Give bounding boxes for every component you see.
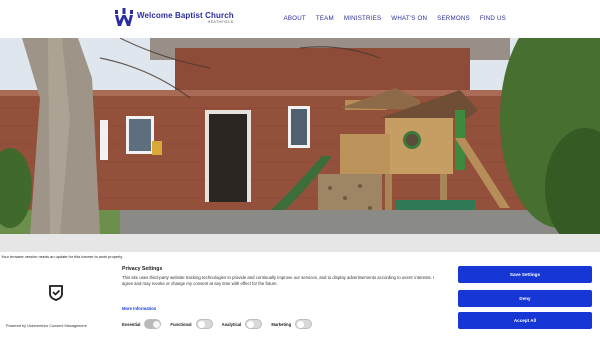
toggle-label-marketing: Marketing — [271, 321, 292, 327]
privacy-title: Privacy Settings — [122, 266, 163, 272]
toggle-label-essential: Essential — [122, 321, 141, 327]
hero-image — [0, 38, 600, 234]
site-logo[interactable]: Welcome Baptist Church HEATHFIELD — [114, 8, 234, 28]
deny-button[interactable]: Deny — [458, 290, 592, 307]
nav-item-about[interactable]: ABOUT — [284, 15, 306, 22]
church-building-photo — [0, 38, 600, 234]
toggle-label-analytical: Analytical — [221, 321, 242, 327]
analytical-toggle[interactable] — [245, 319, 263, 329]
page: Welcome Baptist Church HEATHFIELD ABOUT … — [0, 0, 600, 338]
church-location: HEATHFIELD — [207, 19, 234, 24]
essential-toggle[interactable] — [144, 319, 162, 329]
toggle-group-analytical: Analytical — [222, 319, 263, 329]
browser-update-notice: Your browser version needs an update for… — [0, 252, 600, 261]
shield-icon — [49, 285, 63, 301]
consent-toggles: Essential Functional Analytical Marketin… — [122, 319, 321, 329]
nav-item-find-us[interactable]: FIND US — [480, 15, 506, 22]
nav-item-ministries[interactable]: MINISTRIES — [344, 15, 381, 22]
toggle-label-functional: Functional — [170, 321, 192, 327]
powered-by-text: Powered by Usercentrics Consent Manageme… — [6, 324, 87, 328]
toggle-group-marketing: Marketing — [271, 319, 313, 329]
church-name: Welcome Baptist Church — [137, 10, 234, 20]
accept-all-button[interactable]: Accept All — [458, 312, 592, 329]
nav-item-sermons[interactable]: SERMONS — [437, 15, 470, 22]
save-settings-button[interactable]: Save Settings — [458, 266, 592, 283]
nav-item-team[interactable]: TEAM — [316, 15, 334, 22]
toggle-group-essential: Essential — [122, 319, 162, 329]
privacy-consent-banner: Powered by Usercentrics Consent Manageme… — [0, 261, 600, 338]
usercentrics-logo — [48, 285, 64, 301]
functional-toggle[interactable] — [195, 319, 213, 329]
logo-text: Welcome Baptist Church HEATHFIELD — [137, 10, 234, 25]
marketing-toggle[interactable] — [295, 319, 313, 329]
toggle-group-functional: Functional — [170, 319, 213, 329]
main-nav: ABOUT TEAM MINISTRIES WHAT'S ON SERMONS … — [284, 15, 506, 22]
privacy-description: This site uses third-party website track… — [122, 275, 435, 286]
crown-w-logo-icon — [115, 8, 133, 26]
content-divider — [0, 234, 600, 254]
site-header: Welcome Baptist Church HEATHFIELD ABOUT … — [0, 0, 600, 38]
nav-item-whats-on[interactable]: WHAT'S ON — [391, 15, 427, 22]
more-information-link[interactable]: More Information — [122, 306, 156, 311]
